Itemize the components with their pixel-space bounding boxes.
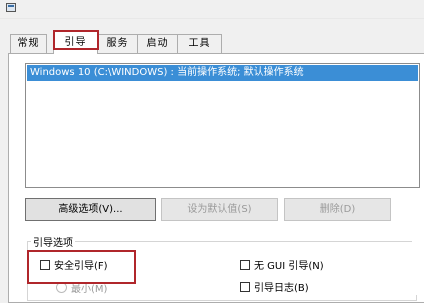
advanced-options-button[interactable]: 高级选项(V)... <box>25 198 156 221</box>
title-bar-divider <box>0 18 424 19</box>
delete-button[interactable]: 删除(D) <box>284 198 391 221</box>
boot-entry-item[interactable]: Windows 10 (C:\WINDOWS) : 当前操作系统; 默认操作系统 <box>27 65 418 81</box>
no-gui-boot-checkbox[interactable]: 无 GUI 引导(N) <box>240 260 324 274</box>
right-edge-panel <box>412 235 424 295</box>
boot-log-label: 引导日志(B) <box>254 283 309 294</box>
no-gui-boot-label: 无 GUI 引导(N) <box>254 261 324 272</box>
set-default-button[interactable]: 设为默认值(S) <box>161 198 278 221</box>
safe-boot-highlight-annotation <box>27 250 136 284</box>
minimal-label: 最小(M) <box>71 284 108 295</box>
tab-services[interactable]: 服务 <box>97 34 138 53</box>
checkbox-box[interactable] <box>240 282 250 292</box>
boot-options-title: 引导选项 <box>31 234 75 249</box>
boot-entry-list[interactable]: Windows 10 (C:\WINDOWS) : 当前操作系统; 默认操作系统 <box>25 63 420 188</box>
tab-tools[interactable]: 工具 <box>177 34 222 53</box>
tab-general[interactable]: 常规 <box>10 34 47 53</box>
checkbox-box[interactable] <box>240 260 250 270</box>
minimal-radio[interactable]: 最小(M) <box>56 282 107 296</box>
boot-log-checkbox[interactable]: 引导日志(B) <box>240 282 309 296</box>
app-icon <box>6 3 16 12</box>
tab-highlight-annotation <box>53 30 99 50</box>
tab-startup[interactable]: 启动 <box>137 34 178 53</box>
